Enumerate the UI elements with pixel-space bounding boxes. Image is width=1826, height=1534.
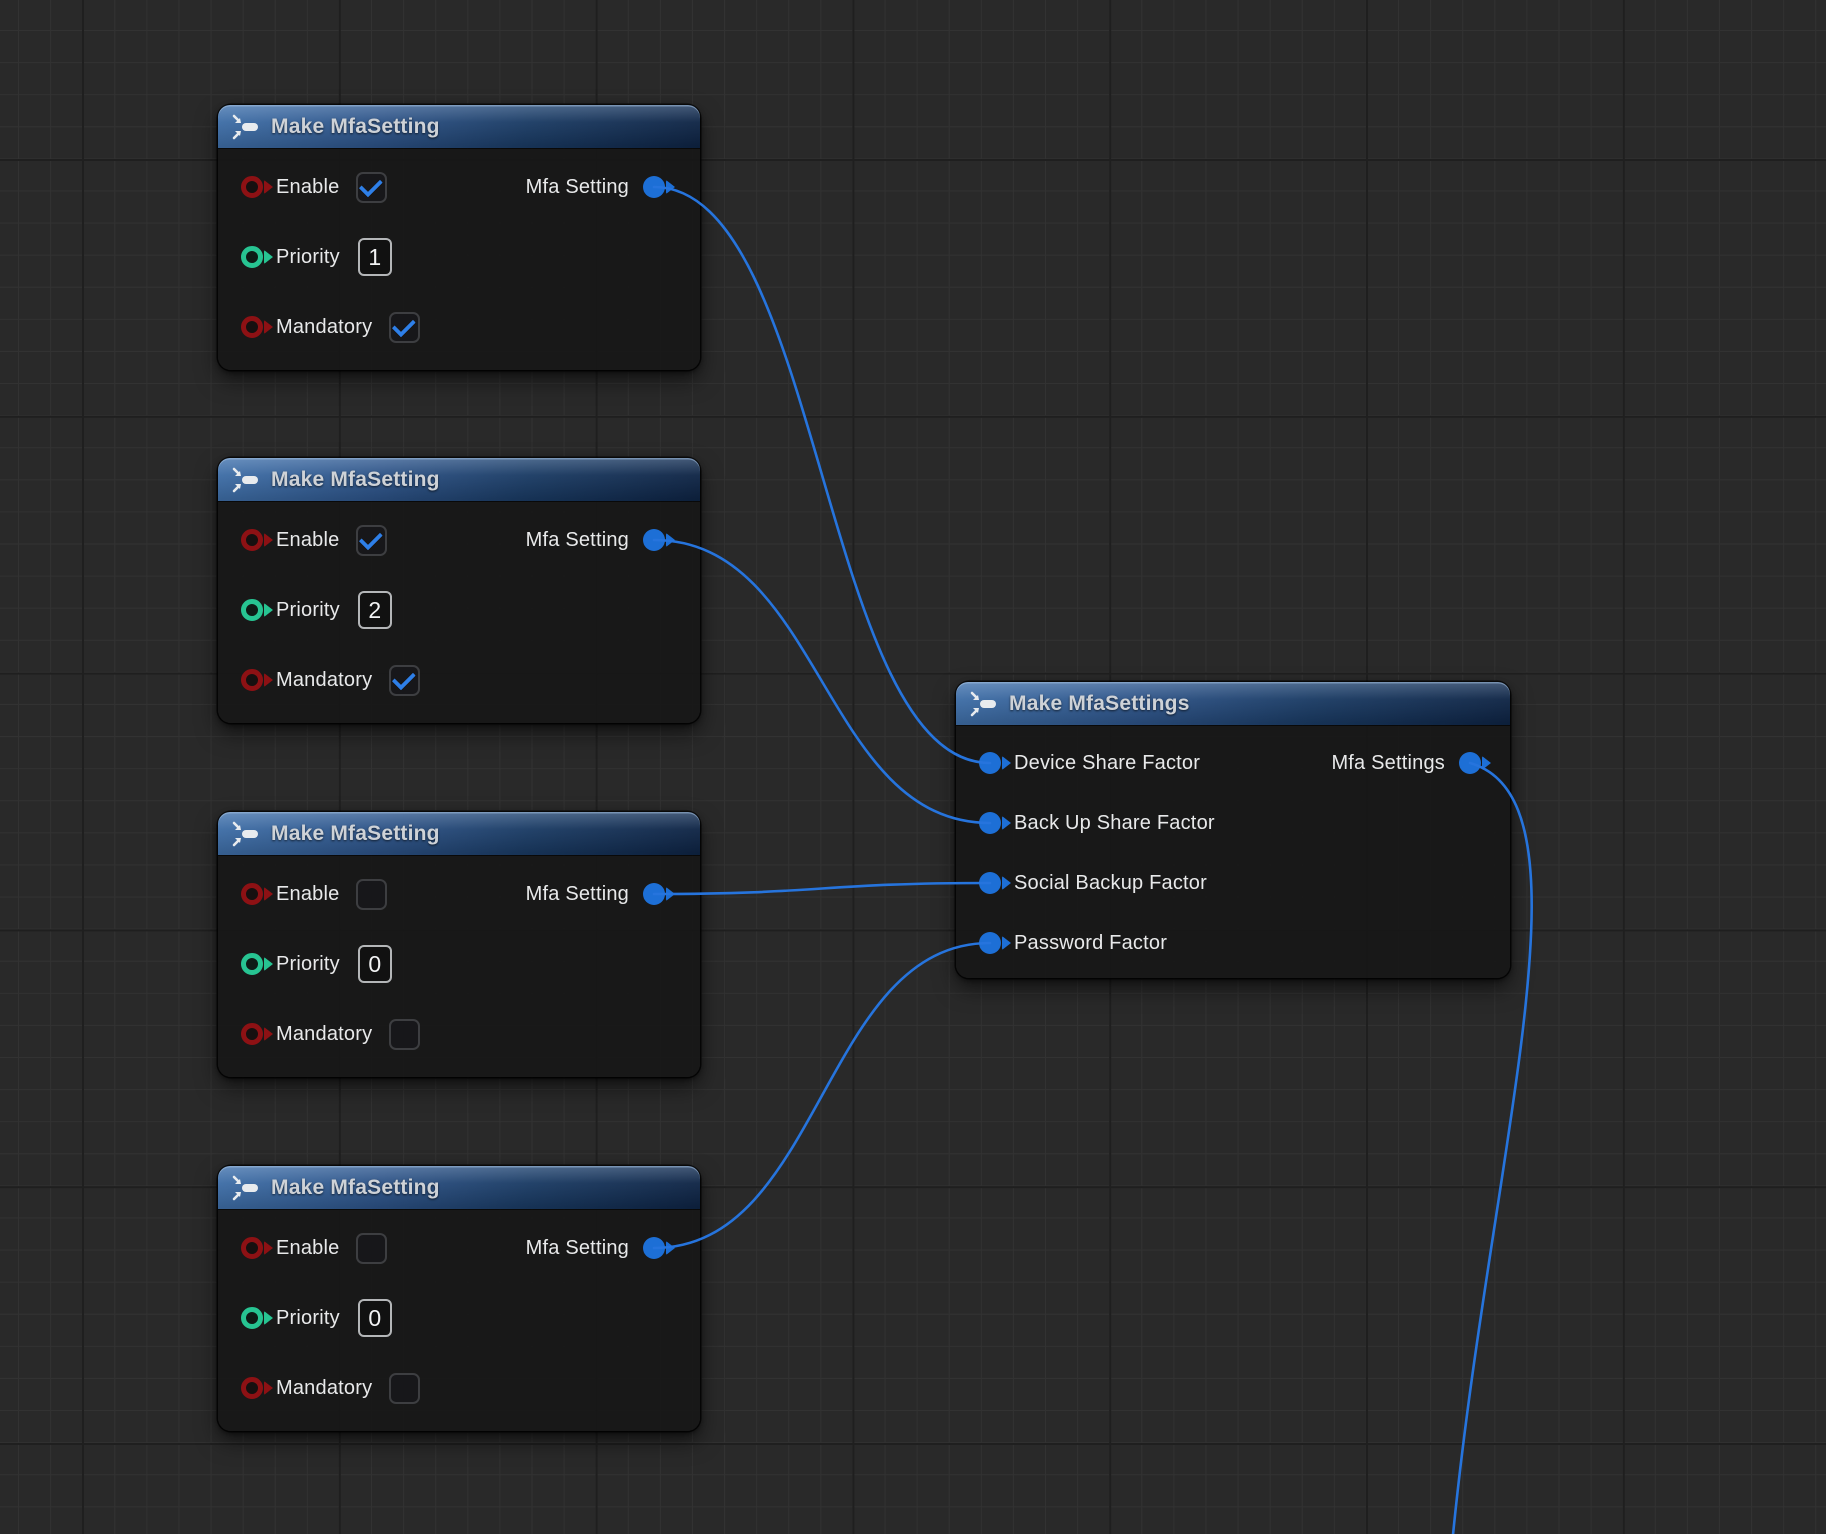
pin-mfa-setting-output[interactable] [643, 176, 665, 198]
node-make-mfasetting-3[interactable]: Make MfaSetting Enable Priority 0 Mandat… [218, 812, 700, 1077]
priority-value-field[interactable]: 2 [358, 591, 392, 629]
pin-mfa-settings-output[interactable] [1459, 752, 1481, 774]
pin-priority[interactable] [241, 1307, 263, 1329]
pin-label: Back Up Share Factor [1014, 812, 1215, 835]
node-title: Make MfaSetting [271, 468, 440, 492]
node-make-mfasetting-1[interactable]: Make MfaSetting Enable Priority 1 Mandat… [218, 105, 700, 370]
pin-label: Mfa Setting [526, 883, 629, 906]
pin-label: Mfa Setting [526, 176, 629, 199]
pin-label: Mfa Setting [526, 529, 629, 552]
pin-mfa-setting-output[interactable] [643, 1237, 665, 1259]
pin-priority[interactable] [241, 246, 263, 268]
node-make-mfasetting-4[interactable]: Make MfaSetting Enable Priority 0 Mandat… [218, 1166, 700, 1431]
pin-mandatory[interactable] [241, 316, 263, 338]
pin-label: Mandatory [276, 1023, 372, 1046]
pin-label: Mandatory [276, 669, 372, 692]
pin-mandatory[interactable] [241, 669, 263, 691]
mandatory-checkbox[interactable] [389, 1373, 420, 1404]
make-struct-icon [969, 691, 999, 717]
pin-mandatory[interactable] [241, 1377, 263, 1399]
node-make-mfasettings[interactable]: Make MfaSettings Device Share Factor Bac… [956, 682, 1510, 978]
pin-label: Mandatory [276, 1377, 372, 1400]
pin-priority[interactable] [241, 599, 263, 621]
node-header[interactable]: Make MfaSetting [218, 105, 700, 148]
pin-label: Password Factor [1014, 932, 1167, 955]
pin-mfa-setting-output[interactable] [643, 883, 665, 905]
pin-priority[interactable] [241, 953, 263, 975]
wire[interactable] [654, 187, 990, 763]
pin-social-backup-factor[interactable] [979, 872, 1001, 894]
node-header[interactable]: Make MfaSetting [218, 458, 700, 501]
node-title: Make MfaSetting [271, 822, 440, 846]
pin-label: Priority [276, 246, 340, 269]
node-title: Make MfaSetting [271, 1176, 440, 1200]
pin-label: Mfa Settings [1331, 752, 1445, 775]
node-header[interactable]: Make MfaSetting [218, 1166, 700, 1209]
make-struct-icon [231, 114, 261, 140]
node-header[interactable]: Make MfaSettings [956, 682, 1510, 725]
pin-label: Mandatory [276, 316, 372, 339]
pin-mfa-setting-output[interactable] [643, 529, 665, 551]
check-icon [392, 313, 416, 337]
priority-value-field[interactable]: 0 [358, 945, 392, 983]
pin-label: Priority [276, 1307, 340, 1330]
node-title: Make MfaSetting [271, 115, 440, 139]
blueprint-graph-canvas[interactable]: Make MfaSetting Enable Priority 1 Mandat… [0, 0, 1826, 1534]
node-make-mfasetting-2[interactable]: Make MfaSetting Enable Priority 2 Mandat… [218, 458, 700, 723]
node-header[interactable]: Make MfaSetting [218, 812, 700, 855]
mandatory-checkbox[interactable] [389, 665, 420, 696]
wire[interactable] [654, 540, 990, 823]
mandatory-checkbox[interactable] [389, 1019, 420, 1050]
pin-back-up-share-factor[interactable] [979, 812, 1001, 834]
pin-label: Priority [276, 953, 340, 976]
priority-value-field[interactable]: 0 [358, 1299, 392, 1337]
pin-label: Priority [276, 599, 340, 622]
wire[interactable] [654, 943, 990, 1248]
priority-value-field[interactable]: 1 [358, 238, 392, 276]
pin-label: Social Backup Factor [1014, 872, 1207, 895]
pin-password-factor[interactable] [979, 932, 1001, 954]
make-struct-icon [231, 1175, 261, 1201]
make-struct-icon [231, 821, 261, 847]
pin-label: Mfa Setting [526, 1237, 629, 1260]
make-struct-icon [231, 467, 261, 493]
node-title: Make MfaSettings [1009, 692, 1190, 716]
mandatory-checkbox[interactable] [389, 312, 420, 343]
pin-mandatory[interactable] [241, 1023, 263, 1045]
wire[interactable] [654, 883, 990, 894]
check-icon [392, 666, 416, 690]
